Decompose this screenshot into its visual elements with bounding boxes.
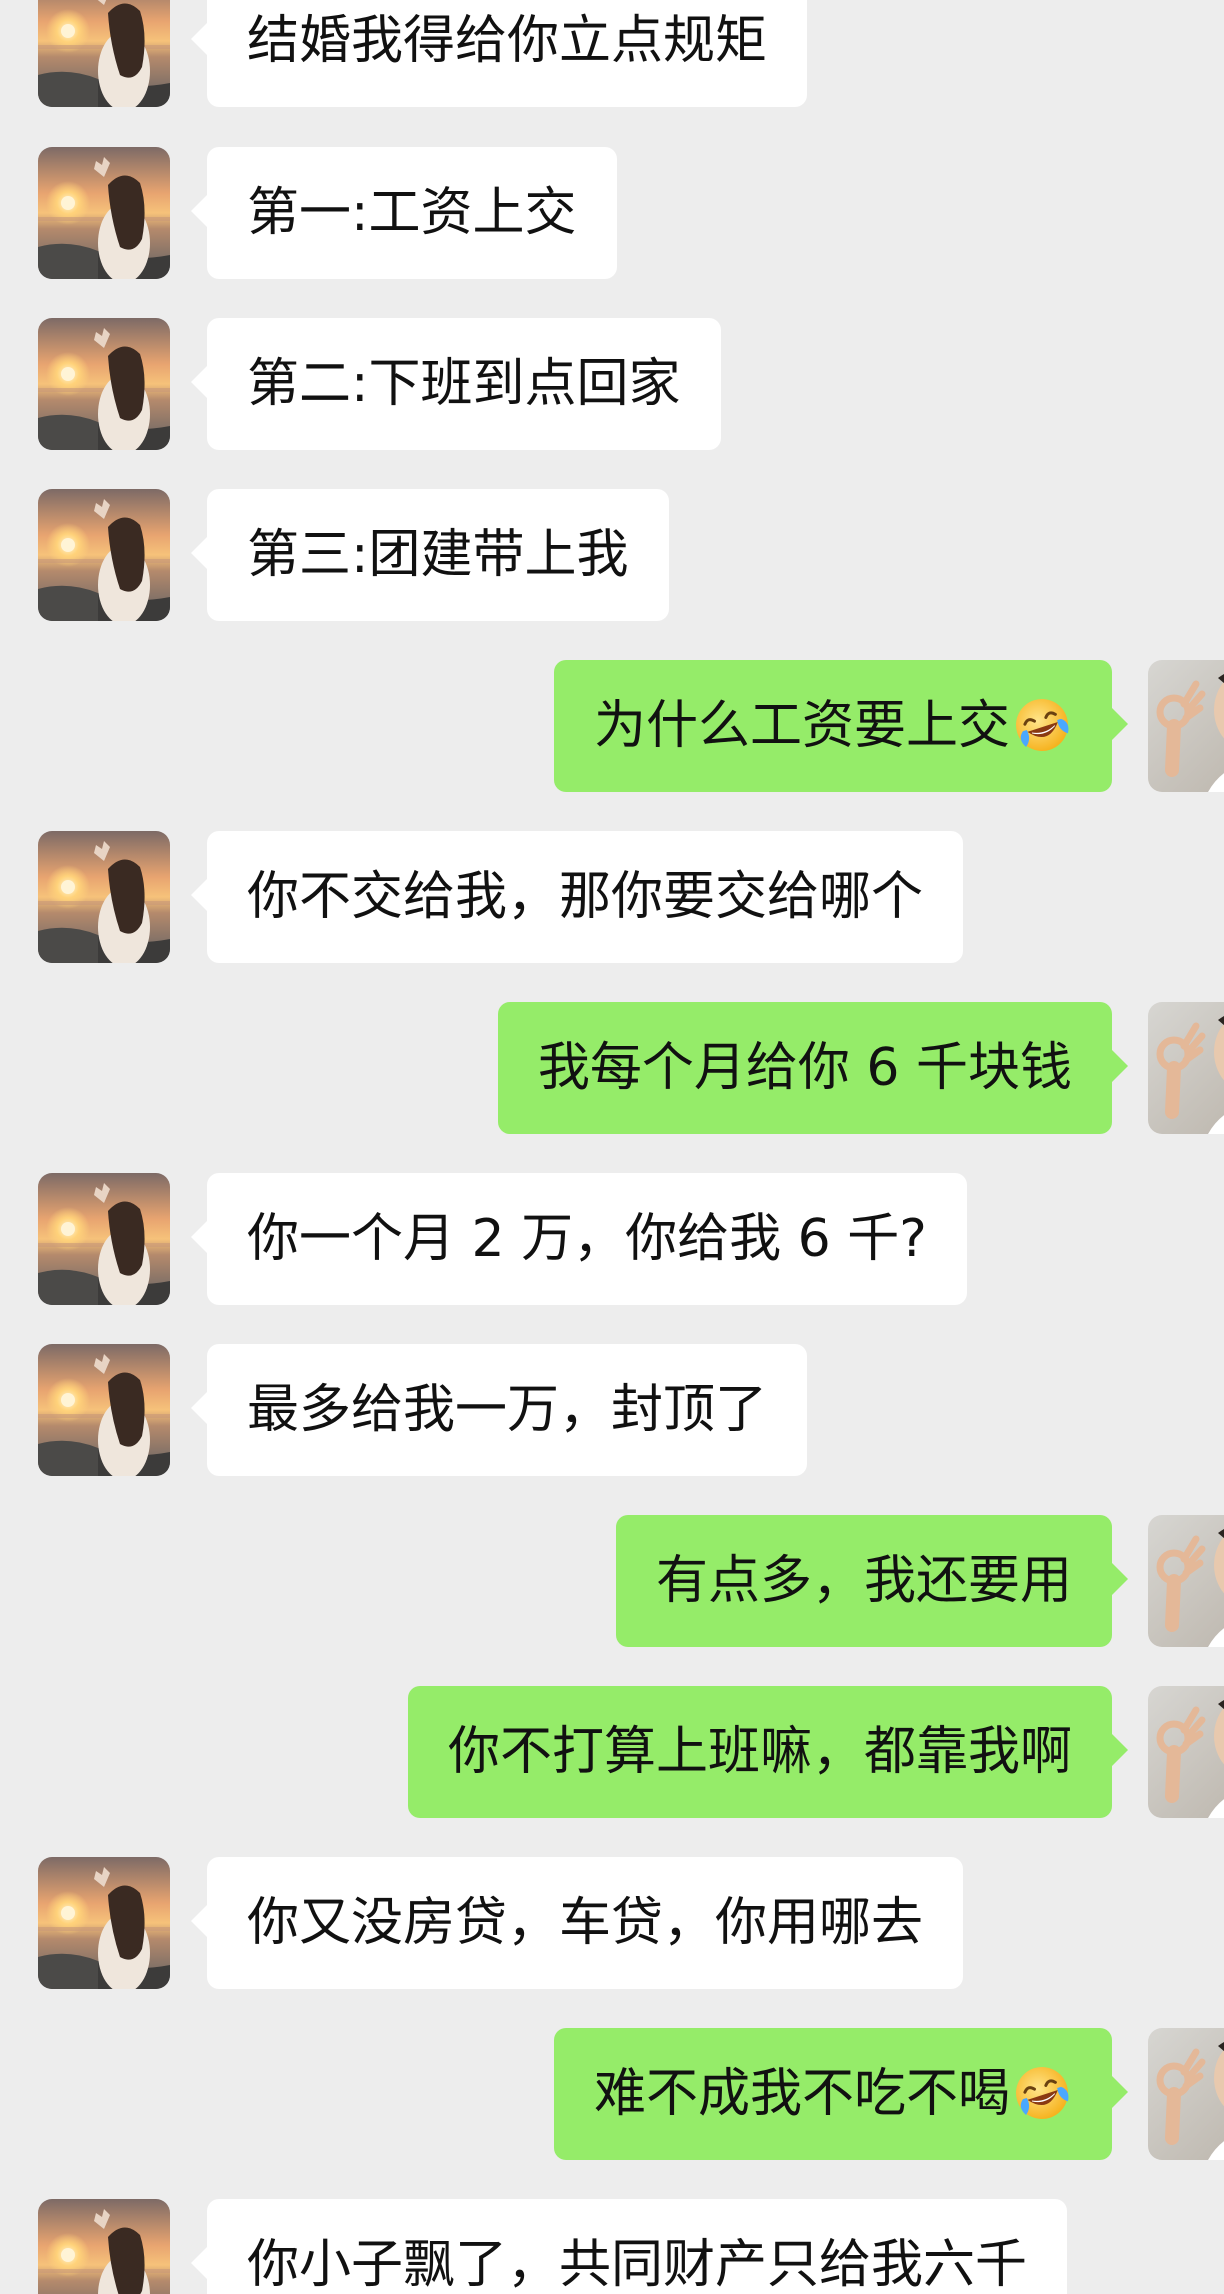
message-bubble[interactable]: 难不成我不吃不喝 — [553, 2028, 1129, 2160]
contact-avatar[interactable] — [38, 2199, 170, 2294]
message-text: 结婚我得给你立点规矩 — [247, 11, 768, 71]
message-text: 第二:下班到点回家 — [247, 354, 681, 414]
self-avatar[interactable] — [1148, 1686, 1224, 1818]
message-row: 你又没房贷，车贷，你用哪去 — [0, 1857, 1224, 1989]
self-avatar[interactable] — [1148, 660, 1224, 792]
contact-avatar[interactable] — [38, 0, 170, 107]
message-bubble[interactable]: 结婚我得给你立点规矩 — [190, 0, 808, 107]
message-text: 你不交给我，那你要交给哪个 — [247, 867, 924, 927]
laughing-crying-emoji-icon — [1012, 695, 1072, 755]
contact-avatar[interactable] — [38, 147, 170, 279]
message-row: 你不交给我，那你要交给哪个 — [0, 831, 1224, 963]
message-text: 第一:工资上交 — [247, 183, 577, 243]
message-bubble[interactable]: 我每个月给你 6 千块钱 — [497, 1002, 1129, 1134]
message-bubble[interactable]: 你又没房贷，车贷，你用哪去 — [190, 1857, 964, 1989]
message-row: 有点多，我还要用 — [0, 1515, 1224, 1647]
contact-avatar[interactable] — [38, 1173, 170, 1305]
message-text: 你又没房贷，车贷，你用哪去 — [247, 1893, 924, 1953]
message-bubble[interactable]: 第二:下班到点回家 — [191, 318, 721, 450]
contact-avatar[interactable] — [38, 318, 170, 450]
self-avatar[interactable] — [1148, 1515, 1224, 1647]
message-text: 你不打算上班嘛，都靠我啊 — [447, 1722, 1072, 1782]
message-bubble[interactable]: 你不打算上班嘛，都靠我啊 — [407, 1686, 1129, 1818]
message-bubble[interactable]: 为什么工资要上交 — [553, 660, 1129, 792]
message-text: 你小子飘了，共同财产只给我六千 — [247, 2235, 1028, 2294]
self-avatar[interactable] — [1148, 2028, 1224, 2160]
message-text: 难不成我不吃不喝 — [593, 2064, 1010, 2124]
message-text: 第三:团建带上我 — [247, 525, 629, 585]
laughing-crying-emoji-icon — [1012, 2063, 1072, 2123]
message-row: 你一个月 2 万，你给我 6 千? — [0, 1173, 1224, 1305]
message-text: 我每个月给你 6 千块钱 — [537, 1038, 1072, 1098]
message-row: 我每个月给你 6 千块钱 — [0, 1002, 1224, 1134]
message-row: 第三:团建带上我 — [0, 489, 1224, 621]
message-bubble[interactable]: 你一个月 2 万，你给我 6 千? — [191, 1173, 967, 1305]
message-text: 你一个月 2 万，你给我 6 千? — [247, 1209, 927, 1269]
contact-avatar[interactable] — [38, 831, 170, 963]
message-bubble[interactable]: 第一:工资上交 — [191, 147, 617, 279]
message-bubble[interactable]: 你不交给我，那你要交给哪个 — [190, 831, 964, 963]
message-bubble[interactable]: 最多给我一万，封顶了 — [190, 1344, 808, 1476]
message-row: 最多给我一万，封顶了 — [0, 1344, 1224, 1476]
message-row: 第二:下班到点回家 — [0, 318, 1224, 450]
message-row: 难不成我不吃不喝 — [0, 2028, 1224, 2160]
message-row: 你小子飘了，共同财产只给我六千 — [0, 2199, 1224, 2294]
message-text: 最多给我一万，封顶了 — [247, 1380, 768, 1440]
message-text: 有点多，我还要用 — [655, 1551, 1072, 1611]
message-text: 为什么工资要上交 — [593, 696, 1010, 756]
chat-message-list[interactable]: 结婚我得给你立点规矩 第一:工资上交 第二:下班到点回家 第三:团建带上我 为什… — [0, 0, 1224, 2294]
contact-avatar[interactable] — [38, 1857, 170, 1989]
message-bubble[interactable]: 第三:团建带上我 — [191, 489, 669, 621]
message-row: 你不打算上班嘛，都靠我啊 — [0, 1686, 1224, 1818]
contact-avatar[interactable] — [38, 1344, 170, 1476]
self-avatar[interactable] — [1148, 1002, 1224, 1134]
contact-avatar[interactable] — [38, 489, 170, 621]
message-row: 为什么工资要上交 — [0, 660, 1224, 792]
message-row: 结婚我得给你立点规矩 — [0, 0, 1224, 107]
message-bubble[interactable]: 有点多，我还要用 — [615, 1515, 1129, 1647]
message-row: 第一:工资上交 — [0, 147, 1224, 279]
message-bubble[interactable]: 你小子飘了，共同财产只给我六千 — [190, 2199, 1068, 2294]
